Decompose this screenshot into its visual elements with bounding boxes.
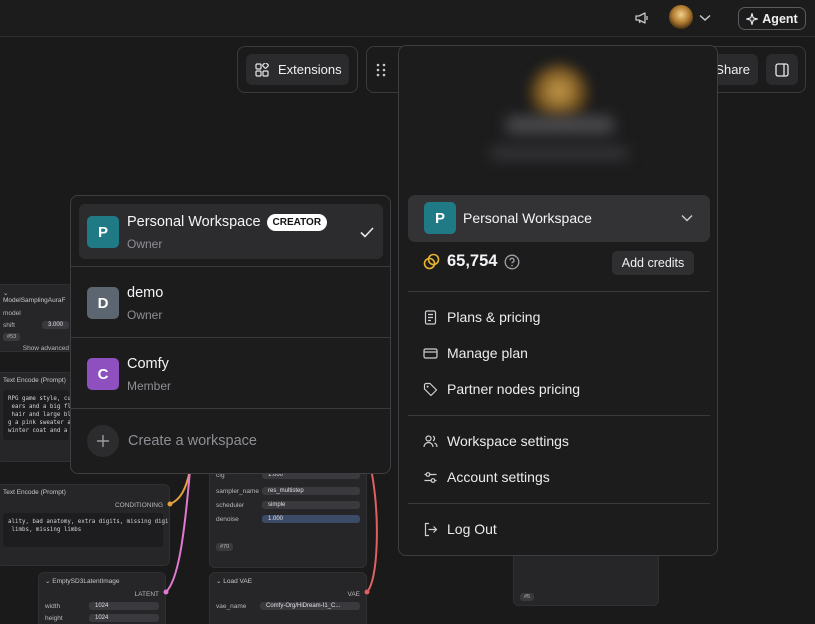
profile-email-redacted: [489, 146, 629, 160]
workspace-name: Personal Workspace CREATOR: [127, 214, 328, 231]
wire-red: [366, 473, 378, 593]
sparkle-icon: [746, 12, 759, 25]
extensions-toolbar: Extensions: [237, 46, 358, 93]
account-settings-item[interactable]: Account settings: [423, 466, 550, 488]
partner-nodes-pricing-item[interactable]: Partner nodes pricing: [423, 378, 580, 400]
workspace-selector[interactable]: P Personal Workspace: [408, 195, 710, 242]
wire-port: [364, 589, 370, 595]
workspace-name: Comfy: [127, 356, 169, 372]
share-button[interactable]: Share: [712, 54, 758, 85]
workspace-role: Owner: [127, 237, 163, 251]
chevron-down-icon: [680, 211, 694, 225]
wire-port: [163, 589, 169, 595]
add-credits-button[interactable]: Add credits: [612, 251, 694, 275]
checkmark-icon: [359, 224, 375, 240]
workspace-switcher-popup: P Personal Workspace CREATOR Owner D demo…: [70, 195, 391, 474]
document-icon: [424, 309, 437, 325]
divider: [408, 503, 710, 504]
wire-port: [167, 501, 173, 507]
workspace-role: Owner: [127, 308, 163, 322]
divider: [71, 408, 390, 409]
share-label: Share: [715, 62, 750, 77]
create-workspace-button[interactable]: Create a workspace: [87, 425, 257, 457]
top-bar: Agent: [0, 0, 815, 37]
workspace-avatar: C: [87, 358, 119, 390]
agent-button[interactable]: Agent: [738, 7, 806, 30]
credits-icon: [423, 253, 440, 270]
credit-amount: 65,754: [447, 252, 498, 270]
logout-icon: [424, 522, 438, 536]
sliders-icon: [424, 471, 437, 483]
help-circle-icon[interactable]: [504, 254, 520, 270]
workspace-item-personal[interactable]: P Personal Workspace CREATOR Owner: [79, 204, 383, 259]
manage-plan-item[interactable]: Manage plan: [423, 342, 528, 364]
megaphone-icon[interactable]: [632, 9, 652, 27]
workspace-name: demo: [127, 285, 164, 301]
workspace-item-comfy[interactable]: C Comfy Member: [79, 346, 383, 401]
credits-balance: 65,754: [423, 252, 520, 271]
extensions-button[interactable]: Extensions: [246, 54, 349, 85]
profile-avatar: [529, 64, 589, 124]
panel-right-icon: [775, 62, 789, 77]
workspace-avatar: P: [424, 202, 456, 234]
users-icon: [423, 434, 438, 447]
chevron-down-icon[interactable]: [698, 11, 712, 25]
divider: [408, 291, 710, 292]
divider: [408, 415, 710, 416]
drag-handle-icon[interactable]: [375, 62, 387, 78]
workspace-item-demo[interactable]: D demo Owner: [79, 275, 383, 330]
divider: [71, 337, 390, 338]
create-workspace-label: Create a workspace: [128, 433, 257, 449]
workspace-selector-name: Personal Workspace: [463, 210, 592, 226]
divider: [71, 266, 390, 267]
workspace-avatar: P: [87, 216, 119, 248]
extensions-icon: [255, 62, 269, 77]
plans-pricing-item[interactable]: Plans & pricing: [423, 306, 540, 328]
logout-item[interactable]: Log Out: [423, 518, 497, 540]
user-avatar[interactable]: [669, 5, 693, 29]
plus-icon: [87, 425, 119, 457]
creator-badge: CREATOR: [266, 214, 328, 231]
credit-card-icon: [423, 347, 438, 359]
tag-icon: [423, 382, 438, 396]
agent-label: Agent: [762, 11, 798, 26]
toggle-panel-button[interactable]: [766, 54, 798, 85]
profile-name-redacted: [505, 116, 615, 134]
wire-pink: [165, 469, 191, 593]
workspace-settings-item[interactable]: Workspace settings: [423, 430, 569, 452]
extensions-label: Extensions: [278, 62, 342, 77]
account-menu: P Personal Workspace 65,754 Add credits …: [398, 45, 718, 556]
workspace-role: Member: [127, 379, 172, 393]
workspace-avatar: D: [87, 287, 119, 319]
